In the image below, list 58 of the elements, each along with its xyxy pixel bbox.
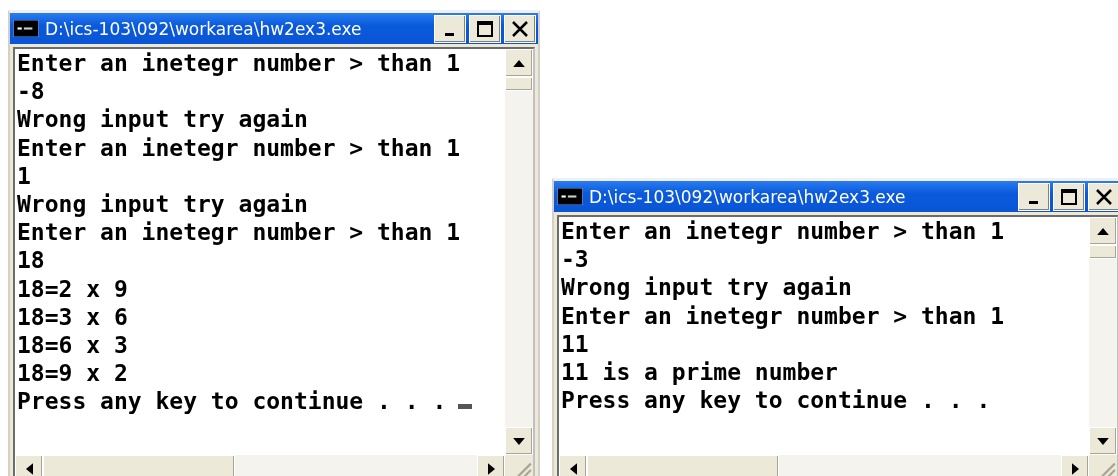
console-line: 1 — [17, 162, 31, 189]
scrollbar-thumb[interactable] — [43, 455, 235, 476]
left-arrow-icon — [25, 463, 33, 475]
down-arrow-icon — [513, 437, 525, 445]
scrollbar-thumb[interactable] — [505, 77, 533, 91]
up-arrow-icon — [513, 59, 525, 67]
console-line: Wrong input try again — [17, 190, 308, 217]
console-line: -3 — [561, 246, 589, 273]
minimize-icon — [444, 33, 454, 36]
maximize-button[interactable] — [1053, 182, 1085, 211]
maximize-button[interactable] — [469, 14, 501, 43]
resize-grip-icon[interactable] — [1089, 455, 1117, 476]
scrollbar-thumb[interactable] — [1089, 245, 1117, 259]
scrollbar-thumb[interactable] — [587, 455, 779, 476]
console-icon — [557, 188, 583, 205]
up-arrow-icon — [1097, 227, 1109, 235]
console-line: -8 — [17, 78, 45, 105]
scroll-left-button[interactable] — [15, 455, 43, 476]
minimize-icon — [1028, 201, 1038, 204]
console-line: 11 — [561, 330, 589, 357]
right-arrow-icon — [1071, 463, 1079, 475]
close-icon — [510, 18, 530, 39]
console-line: Enter an inetegr number > than 1 — [17, 50, 461, 76]
console-line: Press any key to continue . . . — [17, 388, 447, 415]
console-line: Wrong input try again — [17, 106, 308, 133]
console-line: Enter an inetegr number > than 1 — [17, 219, 461, 246]
scroll-up-button[interactable] — [1089, 217, 1117, 245]
close-button[interactable] — [504, 14, 536, 43]
console-line: Wrong input try again — [561, 274, 852, 301]
scroll-down-button[interactable] — [505, 427, 533, 455]
close-button[interactable] — [1088, 182, 1118, 211]
scroll-right-button[interactable] — [477, 455, 505, 476]
console-line: 18 — [17, 247, 45, 274]
scroll-left-button[interactable] — [559, 455, 587, 476]
console-line: 11 is a prime number — [561, 358, 838, 385]
console-line: 18=9 x 2 — [17, 360, 128, 387]
scroll-right-button[interactable] — [1061, 455, 1089, 476]
right-arrow-icon — [487, 463, 495, 475]
console-line: 18=2 x 9 — [17, 275, 128, 302]
window-title: D:\ics-103\092\workarea\hw2ex3.exe — [589, 186, 907, 207]
maximize-icon — [475, 18, 495, 39]
console-line: 18=6 x 3 — [17, 331, 128, 358]
minimize-button[interactable] — [1018, 182, 1050, 211]
console-icon — [13, 20, 39, 37]
down-arrow-icon — [1097, 437, 1109, 445]
scroll-up-button[interactable] — [505, 49, 533, 77]
console-line: Enter an inetegr number > than 1 — [561, 302, 1005, 329]
console-line: Press any key to continue . . . — [561, 387, 991, 414]
scroll-down-button[interactable] — [1089, 427, 1117, 455]
console-line: Enter an inetegr number > than 1 — [17, 134, 461, 161]
resize-grip-icon[interactable] — [505, 455, 533, 476]
close-icon — [1094, 186, 1114, 207]
minimize-button[interactable] — [434, 14, 466, 43]
left-arrow-icon — [569, 463, 577, 475]
window-title: D:\ics-103\092\workarea\hw2ex3.exe — [45, 18, 363, 39]
console-line: 18=3 x 6 — [17, 303, 128, 330]
console-line: Enter an inetegr number > than 1 — [561, 218, 1005, 244]
maximize-icon — [1059, 186, 1079, 207]
